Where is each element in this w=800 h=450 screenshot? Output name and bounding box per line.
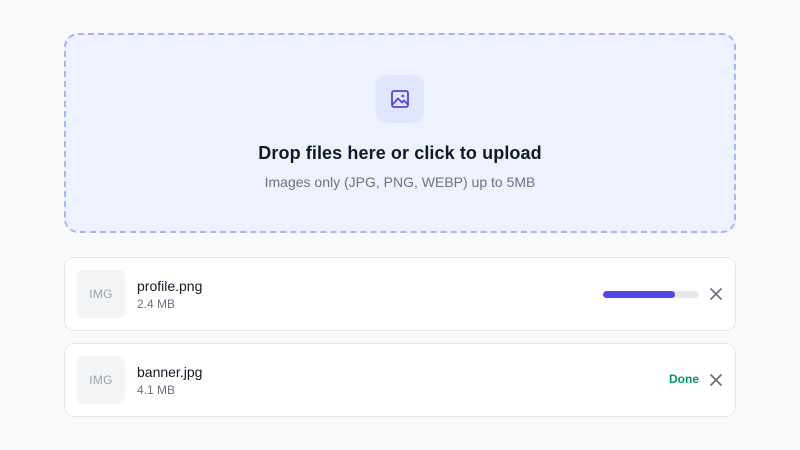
upload-status-done: Done bbox=[669, 372, 699, 386]
upload-page: Drop files here or click to upload Image… bbox=[0, 0, 800, 450]
file-name: banner.jpg bbox=[137, 364, 203, 380]
file-size: 2.4 MB bbox=[137, 297, 176, 311]
dropzone-title: Drop files here or click to upload bbox=[258, 143, 542, 163]
upload-progress-bar bbox=[603, 291, 699, 298]
file-item: IMG profile.png 2.4 MB bbox=[64, 257, 736, 331]
file-size: 4.1 MB bbox=[137, 383, 176, 397]
upload-progress-fill bbox=[603, 291, 675, 298]
file-item: IMG banner.jpg 4.1 MB Done bbox=[64, 343, 736, 417]
dropzone-icon-badge bbox=[376, 75, 424, 123]
file-name: profile.png bbox=[137, 278, 203, 294]
close-icon bbox=[710, 288, 722, 300]
file-thumbnail: IMG bbox=[77, 356, 125, 404]
close-icon bbox=[710, 374, 722, 386]
dropzone-subtitle: Images only (JPG, PNG, WEBP) up to 5MB bbox=[264, 174, 536, 190]
file-dropzone[interactable]: Drop files here or click to upload Image… bbox=[64, 33, 736, 233]
file-thumbnail: IMG bbox=[77, 270, 125, 318]
remove-file-button[interactable] bbox=[707, 371, 725, 389]
image-icon bbox=[391, 90, 409, 108]
remove-file-button[interactable] bbox=[707, 285, 725, 303]
